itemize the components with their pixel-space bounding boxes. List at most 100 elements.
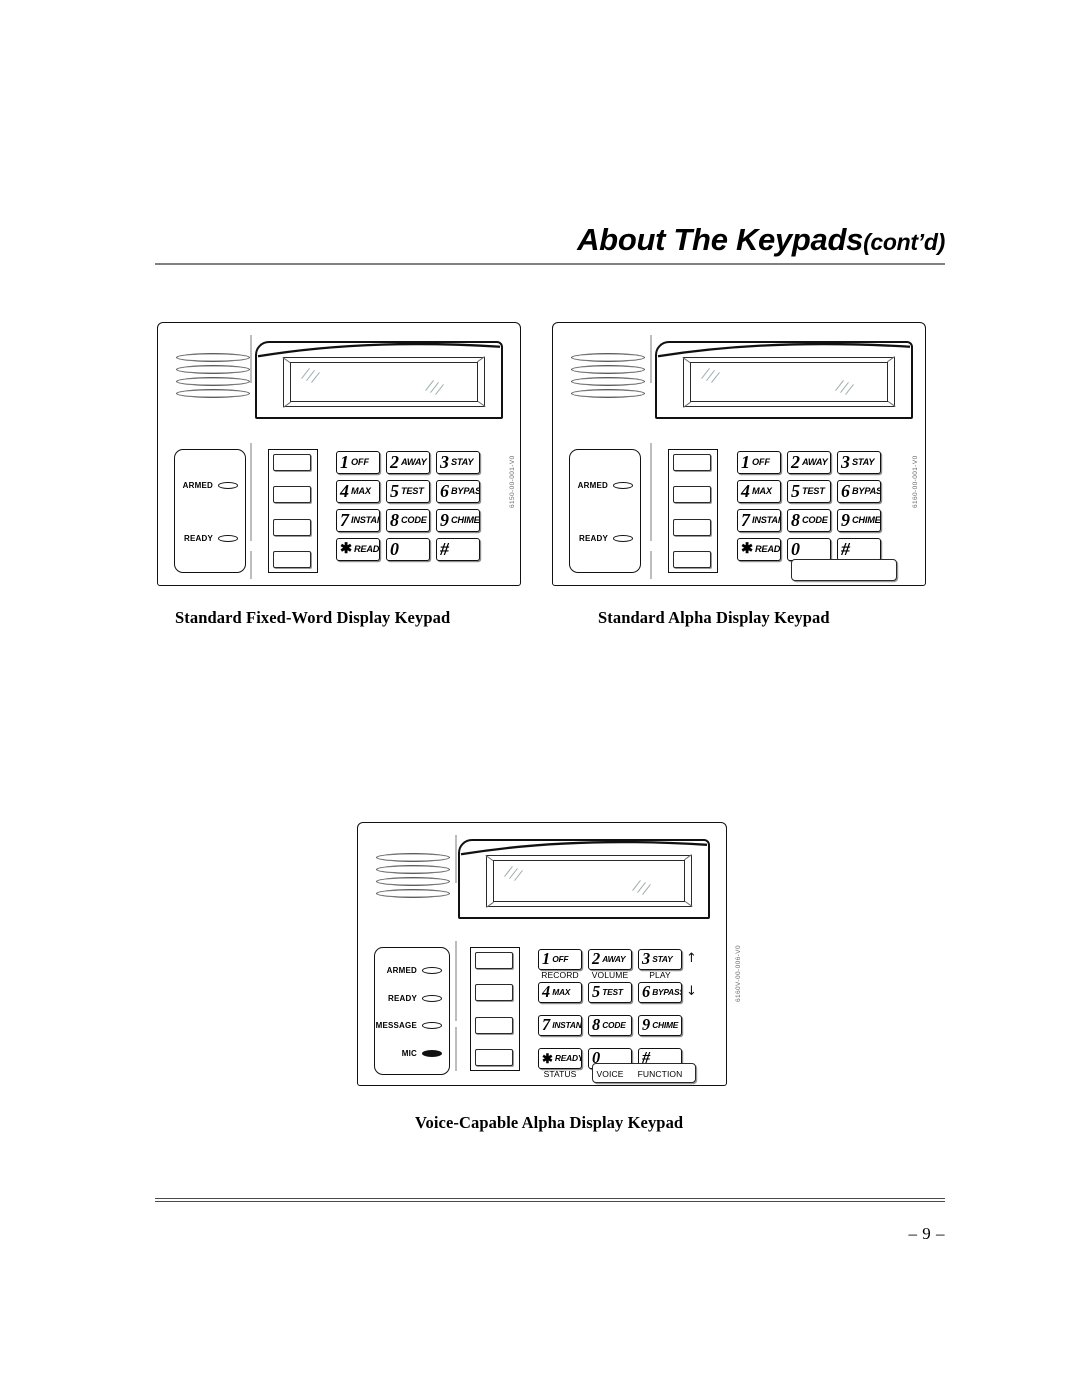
key-8[interactable]: 8 CODE	[787, 509, 831, 532]
indicator-panel: ARMED READY	[569, 449, 641, 573]
key-star[interactable]: ✱READY	[336, 538, 380, 561]
key-word: AWAY	[602, 954, 626, 965]
key-digit: 7	[340, 509, 349, 530]
key-word: CHIME	[450, 514, 480, 525]
case-seam	[455, 835, 457, 883]
key-9[interactable]: 9 CHIME	[436, 509, 480, 532]
footer-rule	[155, 1198, 945, 1202]
function-key[interactable]	[273, 518, 311, 536]
key-0[interactable]: 0	[386, 538, 430, 561]
part-number: 6160-00-001-V0	[912, 455, 919, 508]
key-6[interactable]: 6BYPASS	[837, 480, 881, 503]
key-7[interactable]: 7INSTANT	[538, 1015, 582, 1036]
key-5[interactable]: 5 TEST	[588, 982, 632, 1003]
key-digit: 7	[741, 509, 750, 530]
key-4[interactable]: 4 MAX	[538, 982, 582, 1003]
key-5[interactable]: 5 TEST	[386, 480, 430, 503]
keypad-device-fixed-word: ARMED READY 1OFF 2AWAY 3STAY 4MAX 5TEST 6BYPASS…	[157, 322, 521, 586]
key-5[interactable]: 5 TEST	[787, 480, 831, 503]
key-digit: 1	[340, 451, 349, 472]
function-key[interactable]	[273, 454, 311, 471]
case-seam	[650, 335, 652, 383]
scroll-up-arrow: ↑	[686, 951, 697, 966]
key-word: MAX	[350, 485, 371, 496]
key-3[interactable]: 3 STAY	[837, 451, 881, 474]
case-seam	[650, 551, 652, 579]
key-1[interactable]: 1 OFF	[538, 949, 582, 970]
key-star[interactable]: ✱READY	[538, 1048, 582, 1069]
key-0[interactable]: 0	[787, 538, 831, 561]
indicator-lens-armed	[422, 967, 442, 975]
function-key[interactable]	[673, 486, 711, 504]
key-word: AWAY	[400, 456, 427, 467]
key-6[interactable]: 6BYPASS	[638, 982, 682, 1003]
key-digit: 9	[440, 509, 449, 530]
key-digit: 5	[791, 480, 800, 501]
indicator-row: READY	[375, 992, 449, 1004]
key-8[interactable]: 8 CODE	[588, 1015, 632, 1036]
key-7[interactable]: 7INSTANT	[737, 509, 781, 532]
key-4[interactable]: 4 MAX	[737, 480, 781, 503]
page-title-suffix: (cont’d)	[863, 229, 945, 255]
key-2[interactable]: 2 AWAY	[386, 451, 430, 474]
indicator-label: ARMED	[182, 481, 213, 490]
key-7[interactable]: 7INSTANT	[336, 509, 380, 532]
key-word: READY	[554, 1053, 582, 1064]
function-key[interactable]	[273, 486, 311, 504]
key-4[interactable]: 4 MAX	[336, 480, 380, 503]
key-3[interactable]: 3 STAY	[638, 949, 682, 970]
key-word: TEST	[801, 485, 825, 496]
function-key[interactable]	[475, 1016, 513, 1034]
wide-blank-button[interactable]	[791, 559, 897, 581]
key-digit: 2	[791, 451, 800, 472]
key-word: READY	[353, 543, 380, 554]
function-key[interactable]	[673, 551, 711, 568]
key-6[interactable]: 6BYPASS	[436, 480, 480, 503]
key-9[interactable]: 9 CHIME	[638, 1015, 682, 1036]
key-word: OFF	[350, 456, 369, 467]
key-2[interactable]: 2 AWAY	[588, 949, 632, 970]
speaker-grille-slot	[176, 377, 250, 386]
key-1[interactable]: 1 OFF	[336, 451, 380, 474]
speaker-grille-slot	[376, 853, 450, 862]
page-title-main: About The Keypads	[577, 222, 864, 257]
speaker-grille	[176, 353, 250, 398]
display-window-inner	[493, 860, 685, 902]
key-9[interactable]: 9 CHIME	[837, 509, 881, 532]
key-digit: 5	[592, 982, 601, 1002]
function-key[interactable]	[273, 551, 311, 568]
function-key[interactable]	[673, 454, 711, 471]
key-digit: 8	[592, 1015, 601, 1035]
key-word: INSTANT	[751, 514, 780, 525]
speaker-grille-slot	[176, 365, 250, 374]
key-digit: 3	[841, 451, 850, 472]
key-digit: 3	[642, 949, 651, 969]
key-digit: 2	[390, 451, 399, 472]
key-2[interactable]: 2 AWAY	[787, 451, 831, 474]
key-word: MAX	[552, 987, 571, 998]
key-3[interactable]: 3 STAY	[436, 451, 480, 474]
function-key[interactable]	[673, 518, 711, 536]
key-digit: #	[841, 538, 850, 559]
key-1[interactable]: 1 OFF	[737, 451, 781, 474]
page-title: About The Keypads(cont’d)	[155, 222, 945, 258]
figure-caption-voice-alpha: Voice-Capable Alpha Display Keypad	[415, 1113, 684, 1132]
key-word: TEST	[400, 485, 424, 496]
key-hash[interactable]: #	[436, 538, 480, 561]
indicator-panel: ARMED READY	[174, 449, 246, 573]
case-seam	[250, 551, 252, 579]
key-word: CODE	[801, 514, 828, 525]
function-key[interactable]	[475, 952, 513, 969]
speaker-grille-slot	[176, 389, 250, 398]
indicator-lens-armed	[218, 482, 238, 489]
key-digit: #	[440, 538, 449, 559]
key-digit: 1	[741, 451, 750, 472]
key-digit: ✱	[542, 1050, 553, 1066]
function-key[interactable]	[475, 1049, 513, 1066]
part-number: 6150-00-001-V0	[509, 455, 516, 508]
key-digit: 8	[390, 509, 399, 530]
function-key[interactable]	[475, 984, 513, 1002]
key-hash[interactable]: #	[837, 538, 881, 561]
key-8[interactable]: 8 CODE	[386, 509, 430, 532]
key-star[interactable]: ✱READY	[737, 538, 781, 561]
